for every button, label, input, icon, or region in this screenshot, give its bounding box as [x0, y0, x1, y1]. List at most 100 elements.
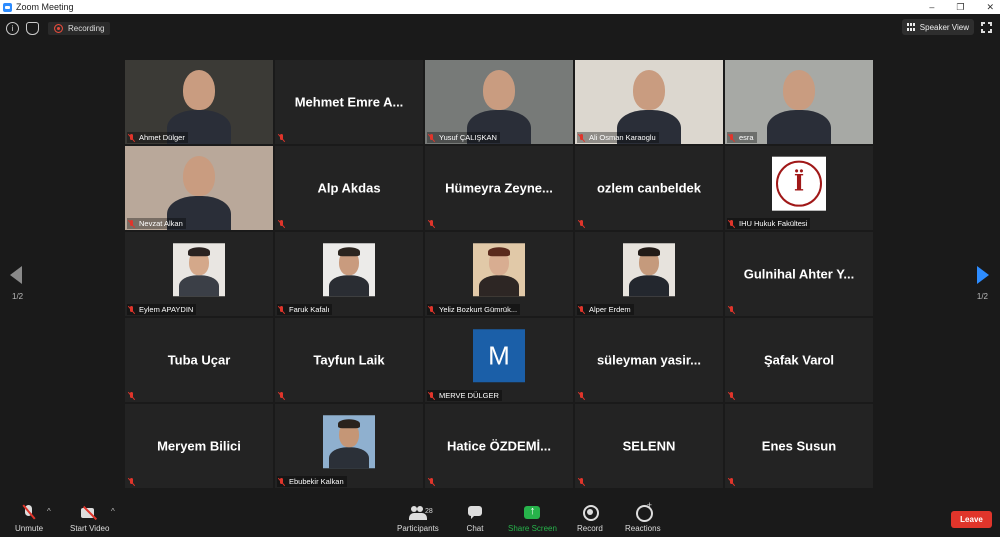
- reactions-button[interactable]: Reactions: [625, 500, 661, 533]
- recording-dot-icon: [54, 23, 63, 33]
- participant-tile[interactable]: Ebubekir Kalkan: [275, 404, 423, 488]
- zoom-app-icon: [3, 2, 12, 12]
- meeting-topbar: i Recording Speaker View: [0, 14, 1000, 42]
- participant-name: Yeliz Bozkurt Gümrük...: [439, 305, 518, 314]
- participant-name-center: Enes Susun: [761, 438, 837, 454]
- avatar: M: [473, 329, 525, 383]
- participant-tile[interactable]: Tayfun Laik: [275, 318, 423, 402]
- previous-page-arrow-icon[interactable]: [10, 266, 22, 284]
- window-title: Zoom Meeting: [16, 2, 74, 12]
- meeting-toolbar: Unmute ^ Start Video ^ Participants 28 C…: [0, 497, 1000, 537]
- audio-options-caret-icon[interactable]: ^: [47, 507, 51, 516]
- participant-label: [577, 218, 592, 229]
- minimize-button[interactable]: –: [929, 2, 934, 12]
- participant-label: [427, 476, 442, 487]
- speaker-view-label: Speaker View: [919, 22, 969, 32]
- participant-tile[interactable]: M MERVE DÜLGER: [425, 318, 573, 402]
- muted-mic-icon: [428, 305, 436, 314]
- chat-button[interactable]: Chat: [465, 505, 485, 533]
- participant-label: [727, 304, 742, 315]
- recording-indicator[interactable]: Recording: [48, 21, 111, 35]
- reactions-label: Reactions: [625, 524, 661, 533]
- participant-tile[interactable]: Yeliz Bozkurt Gümrük...: [425, 232, 573, 316]
- speaker-view-button[interactable]: Speaker View: [901, 19, 974, 35]
- participant-tile[interactable]: Faruk Kafalı: [275, 232, 423, 316]
- participant-tile[interactable]: Ahmet Dülger: [125, 60, 273, 144]
- participant-tile[interactable]: Mehmet Emre A...: [275, 60, 423, 144]
- record-button[interactable]: Record: [577, 505, 603, 533]
- muted-mic-icon: [128, 391, 136, 400]
- participant-name: Alper Erdem: [589, 305, 631, 314]
- muted-mic-icon: [428, 391, 436, 400]
- participant-tile[interactable]: Nevzat Alkan: [125, 146, 273, 230]
- participant-tile[interactable]: Alper Erdem: [575, 232, 723, 316]
- participants-label: Participants: [397, 524, 439, 533]
- participant-name-center: süleyman yasir...: [596, 352, 702, 368]
- participant-label: [577, 476, 592, 487]
- fullscreen-icon[interactable]: [980, 21, 993, 34]
- participant-tile[interactable]: Hatice ÖZDEMİ...: [425, 404, 573, 488]
- participant-name: MERVE DÜLGER: [439, 391, 499, 400]
- participant-label: [277, 390, 292, 401]
- participant-tile[interactable]: IHU Hukuk Fakültesi: [725, 146, 873, 230]
- muted-mic-icon: [278, 477, 286, 486]
- participant-tile[interactable]: SELENN: [575, 404, 723, 488]
- participant-name-center: Tayfun Laik: [313, 352, 385, 368]
- next-page-arrow-icon[interactable]: [977, 266, 989, 284]
- muted-mic-icon: [278, 219, 286, 228]
- muted-mic-icon: [278, 305, 286, 314]
- participant-tile[interactable]: Alp Akdas: [275, 146, 423, 230]
- participant-tile[interactable]: Ali Osman Karaoglu: [575, 60, 723, 144]
- participant-tile[interactable]: esra: [725, 60, 873, 144]
- participant-tile[interactable]: Eylem APAYDIN: [125, 232, 273, 316]
- record-icon: [580, 505, 600, 521]
- unmute-label: Unmute: [15, 524, 44, 533]
- participants-count: 28: [425, 508, 433, 515]
- microphone-muted-icon: [19, 505, 39, 521]
- participant-name-center: Alp Akdas: [317, 180, 381, 196]
- participant-label: [427, 218, 442, 229]
- participant-label: [127, 390, 142, 401]
- participant-label: IHU Hukuk Fakültesi: [727, 218, 811, 229]
- video-options-caret-icon[interactable]: ^: [111, 507, 115, 516]
- leave-button[interactable]: Leave: [951, 511, 992, 528]
- unmute-button[interactable]: Unmute: [15, 505, 43, 533]
- participant-tile[interactable]: Gulnihal Ahter Y...: [725, 232, 873, 316]
- participant-name-center: Şafak Varol: [763, 352, 835, 368]
- participant-name-center: Hatice ÖZDEMİ...: [446, 438, 552, 454]
- participant-label: [277, 132, 292, 143]
- participant-label: [727, 476, 742, 487]
- participants-button[interactable]: Participants 28: [397, 505, 439, 533]
- muted-mic-icon: [128, 477, 136, 486]
- share-screen-icon: [522, 505, 542, 521]
- info-icon[interactable]: i: [6, 21, 19, 35]
- participant-tile[interactable]: Şafak Varol: [725, 318, 873, 402]
- muted-mic-icon: [728, 305, 736, 314]
- participant-tile[interactable]: Meryem Bilici: [125, 404, 273, 488]
- share-screen-button[interactable]: Share Screen: [508, 505, 557, 533]
- participant-photo: [323, 243, 375, 297]
- muted-mic-icon: [128, 219, 136, 228]
- participant-label: Ahmet Dülger: [127, 132, 188, 143]
- participant-name: Eylem APAYDIN: [139, 305, 194, 314]
- participant-tile[interactable]: Yusuf ÇALIŞKAN: [425, 60, 573, 144]
- participant-tile[interactable]: Enes Susun: [725, 404, 873, 488]
- participant-tile[interactable]: süleyman yasir...: [575, 318, 723, 402]
- maximize-button[interactable]: ❐: [956, 2, 964, 13]
- muted-mic-icon: [728, 219, 736, 228]
- participant-tile[interactable]: Hümeyra Zeyne...: [425, 146, 573, 230]
- close-button[interactable]: ✕: [986, 2, 994, 13]
- participant-name: Yusuf ÇALIŞKAN: [439, 133, 497, 142]
- participant-name-center: Gulnihal Ahter Y...: [743, 266, 855, 282]
- participant-label: Ali Osman Karaoglu: [577, 132, 659, 143]
- participant-label: [277, 218, 292, 229]
- participant-name: Ahmet Dülger: [139, 133, 185, 142]
- participant-tile[interactable]: Tuba Uçar: [125, 318, 273, 402]
- participant-name-center: Tuba Uçar: [167, 352, 231, 368]
- participant-label: [727, 390, 742, 401]
- participant-tile[interactable]: ozlem canbeldek: [575, 146, 723, 230]
- participant-name-center: Hümeyra Zeyne...: [445, 180, 553, 196]
- participant-photo: [173, 243, 225, 297]
- shield-icon[interactable]: [26, 21, 39, 35]
- start-video-button[interactable]: Start Video: [70, 505, 109, 533]
